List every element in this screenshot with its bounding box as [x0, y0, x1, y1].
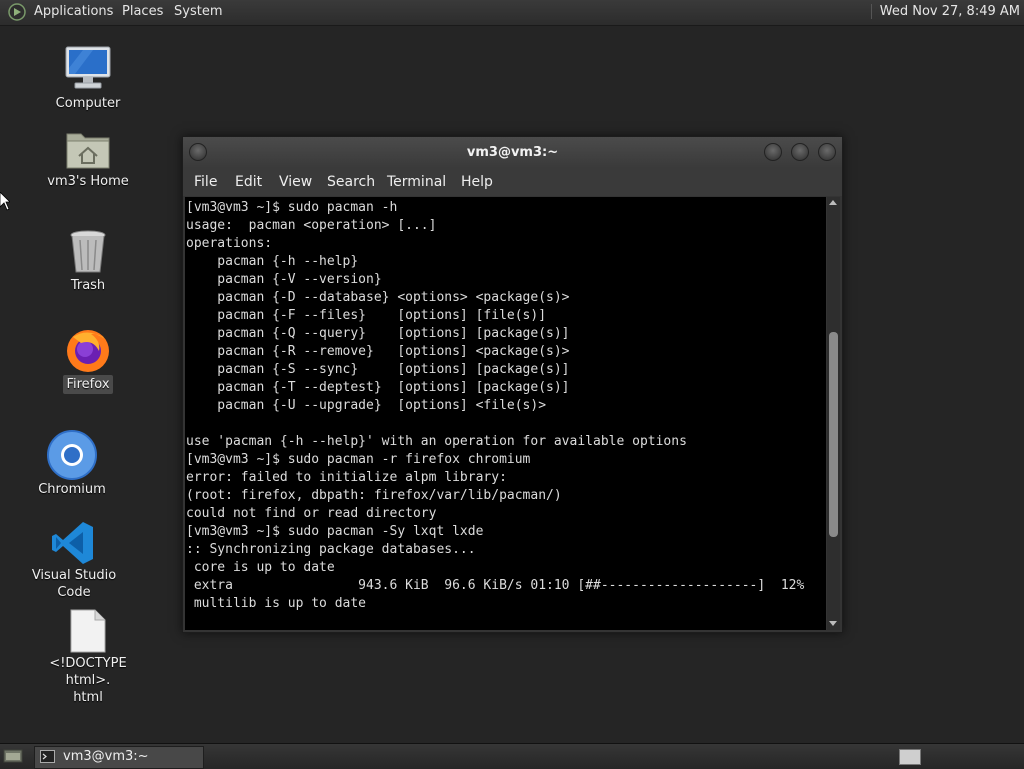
- terminal-line: error: failed to initialize alpm library…: [186, 470, 507, 485]
- applications-menu-icon[interactable]: [8, 3, 26, 21]
- vertical-scrollbar[interactable]: [827, 197, 840, 630]
- terminal-window[interactable]: vm3@vm3:~ File Edit View Search Terminal…: [182, 136, 843, 633]
- terminal-line: pacman {-U --upgrade} [options] <file(s)…: [186, 398, 547, 413]
- terminal-line: [vm3@vm3 ~]$ sudo pacman -r firefox chro…: [186, 452, 531, 467]
- desktop-icon-computer[interactable]: Computer: [33, 44, 143, 113]
- scroll-down-arrow-icon[interactable]: [829, 621, 837, 626]
- terminal-line: core is up to date: [186, 560, 335, 575]
- desktop-icon-label: <!DOCTYPE html>. html: [49, 656, 127, 705]
- desktop-icon-home[interactable]: vm3's Home: [33, 126, 143, 191]
- terminal-line: pacman {-T --deptest} [options] [package…: [186, 380, 570, 395]
- show-desktop-icon[interactable]: [3, 748, 23, 764]
- bottom-panel: vm3@vm3:~: [0, 743, 1024, 769]
- clock[interactable]: Wed Nov 27, 8:49 AM: [870, 4, 1020, 19]
- menu-view[interactable]: View: [279, 174, 312, 190]
- file-icon: [70, 609, 106, 653]
- terminal-line: [vm3@vm3 ~]$ sudo pacman -h: [186, 200, 398, 215]
- terminal-line: pacman {-S --sync} [options] [package(s)…: [186, 362, 570, 377]
- desktop-icon-html-file[interactable]: <!DOCTYPE html>. html: [33, 608, 143, 707]
- terminal-line: could not find or read directory: [186, 506, 437, 521]
- vscode-icon: [52, 522, 93, 564]
- minimize-button[interactable]: [764, 143, 782, 161]
- maximize-button[interactable]: [791, 143, 809, 161]
- scroll-thumb[interactable]: [829, 332, 838, 538]
- terminal-output[interactable]: [vm3@vm3 ~]$ sudo pacman -h usage: pacman…: [185, 197, 826, 630]
- desktop-icon-label: Firefox: [63, 375, 113, 394]
- computer-icon: [65, 46, 111, 89]
- terminal-line: pacman {-V --version}: [186, 272, 382, 287]
- terminal-line: usage: pacman <operation> [...]: [186, 218, 437, 233]
- menu-places[interactable]: Places: [122, 4, 163, 19]
- close-button[interactable]: [818, 143, 836, 161]
- terminal-line: pacman {-F --files} [options] [file(s)]: [186, 308, 547, 323]
- desktop-icon-firefox[interactable]: Firefox: [33, 325, 143, 394]
- menu-terminal[interactable]: Terminal: [387, 174, 446, 190]
- top-panel: Applications Places System Wed Nov 27, 8…: [0, 0, 1024, 26]
- workspace-switcher[interactable]: [899, 749, 921, 765]
- desktop-icon-label: Trash: [70, 278, 106, 293]
- menu-bar: File Edit View Search Terminal Help: [183, 168, 842, 196]
- window-title: vm3@vm3:~: [466, 145, 559, 160]
- menu-applications[interactable]: Applications: [34, 4, 113, 19]
- terminal-text: [vm3@vm3 ~]$ sudo pacman -h usage: pacman…: [186, 199, 804, 613]
- desktop-icon-label: Chromium: [38, 482, 106, 497]
- desktop-icon-chromium[interactable]: Chromium: [17, 430, 127, 499]
- taskbar-terminal-button[interactable]: vm3@vm3:~: [34, 746, 204, 769]
- desktop-icon-label: Visual Studio Code: [31, 568, 117, 600]
- terminal-line: :: Synchronizing package databases...: [186, 542, 476, 557]
- desktop-icon-label: vm3's Home: [47, 174, 129, 189]
- menu-search[interactable]: Search: [327, 174, 375, 190]
- terminal-line: extra 943.6 KiB 96.6 KiB/s 01:10 [##----…: [186, 578, 805, 593]
- terminal-line: use 'pacman {-h --help}' with an operati…: [186, 434, 687, 449]
- terminal-line: operations:: [186, 236, 273, 251]
- desktop-icon-label: Computer: [55, 96, 121, 111]
- menu-edit[interactable]: Edit: [235, 174, 262, 190]
- chromium-icon: [47, 430, 97, 480]
- taskbar-task-label: vm3@vm3:~: [63, 749, 149, 764]
- terminal-line: pacman {-Q --query} [options] [package(s…: [186, 326, 570, 341]
- terminal-line: pacman {-h --help}: [186, 254, 359, 269]
- terminal-icon: [40, 750, 55, 763]
- scroll-up-arrow-icon[interactable]: [829, 200, 837, 205]
- desktop-icon-trash[interactable]: Trash: [33, 228, 143, 295]
- firefox-icon: [67, 330, 109, 372]
- terminal-line: pacman {-D --database} <options> <packag…: [186, 290, 570, 305]
- terminal-line: pacman {-R --remove} [options] <package(…: [186, 344, 570, 359]
- menu-help[interactable]: Help: [461, 174, 493, 190]
- title-bar[interactable]: vm3@vm3:~: [183, 137, 842, 168]
- menu-system[interactable]: System: [174, 4, 222, 19]
- desktop-icon-vscode[interactable]: Visual Studio Code: [19, 520, 129, 602]
- terminal-line: [vm3@vm3 ~]$ sudo pacman -Sy lxqt lxde: [186, 524, 484, 539]
- terminal-line: (root: firefox, dbpath: firefox/var/lib/…: [186, 488, 562, 503]
- mouse-cursor-icon: [0, 192, 10, 211]
- trash-icon: [70, 230, 106, 273]
- menu-file[interactable]: File: [194, 174, 217, 190]
- terminal-line: multilib is up to date: [186, 596, 367, 611]
- home-folder-icon: [66, 133, 110, 169]
